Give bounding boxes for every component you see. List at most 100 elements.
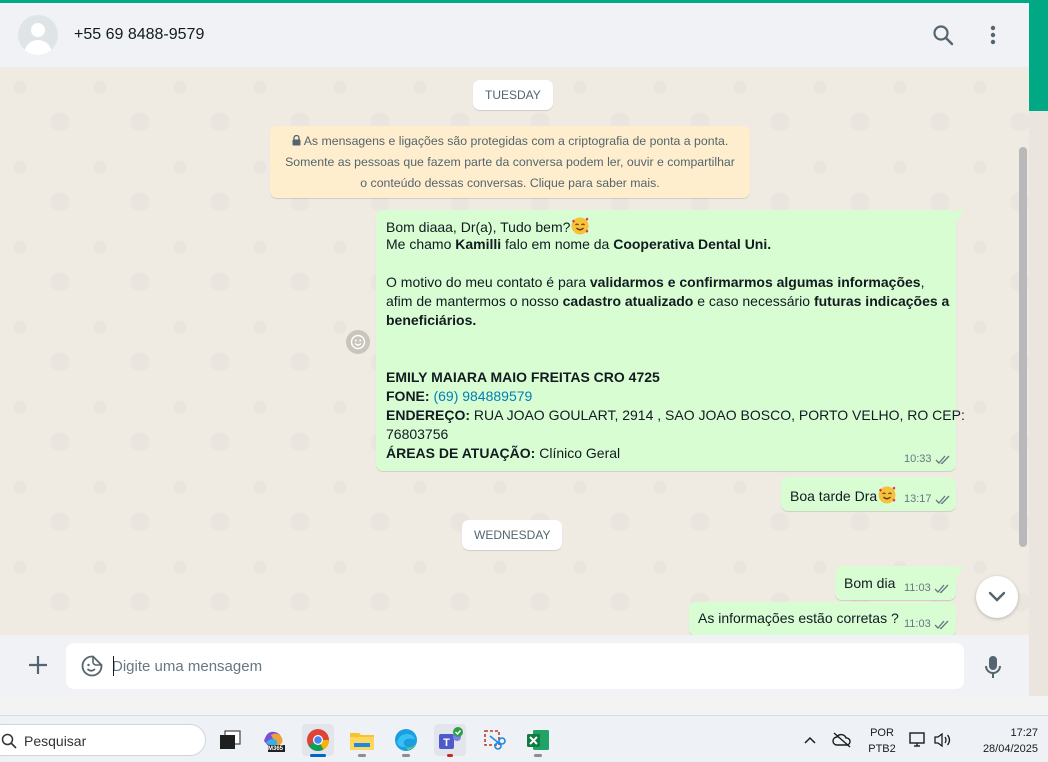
contact-avatar[interactable] — [18, 15, 58, 55]
chrome-icon — [307, 729, 329, 751]
message-list[interactable]: TUESDAY As mensagens e ligações são prot… — [0, 67, 1029, 635]
message-line: Bom diaaa, Dr(a), Tudo bem? — [386, 216, 590, 237]
message-text: , — [920, 274, 925, 290]
message-time: 11:03 — [904, 582, 931, 594]
outgoing-message[interactable]: Bom diaaa, Dr(a), Tudo bem? Me chamo Kam… — [376, 210, 965, 471]
window-background — [1029, 3, 1048, 111]
snipping-tool-icon — [484, 730, 506, 750]
taskbar-search-box[interactable]: Pesquisar — [0, 724, 206, 756]
plus-icon — [29, 656, 47, 674]
edge-icon — [395, 729, 417, 751]
message-meta: 11:03 — [904, 618, 950, 630]
lock-icon — [292, 134, 301, 146]
mic-icon — [985, 656, 1001, 678]
sender-name: Kamilli — [455, 236, 502, 252]
reaction-emoji-button[interactable] — [346, 330, 370, 354]
taskbar-edge-app[interactable] — [390, 724, 422, 757]
text-caret — [113, 656, 114, 676]
message-text: Boa tarde Dra — [790, 488, 878, 504]
taskbar-m365-app[interactable]: M365 — [258, 724, 290, 756]
message-meta: 13:17 — [904, 493, 951, 505]
outgoing-message[interactable]: Boa tarde Dra 13:17 — [781, 477, 956, 511]
clock-date: 28/04/2025 — [982, 743, 1038, 755]
taskbar-file-explorer-app[interactable] — [346, 724, 378, 757]
network-tray-button[interactable] — [904, 724, 932, 756]
excel-icon — [527, 730, 549, 750]
search-icon[interactable] — [929, 21, 957, 49]
attach-button[interactable] — [24, 651, 52, 679]
message-time: 10:33 — [904, 453, 932, 465]
message-bold-text: futuras indicações a — [813, 293, 950, 309]
chat-scrollbar[interactable] — [1019, 147, 1027, 547]
encryption-notice[interactable]: As mensagens e ligações são protegidas c… — [270, 126, 750, 198]
taskbar-snipping-tool-app[interactable] — [478, 724, 510, 756]
running-indicator — [358, 754, 366, 757]
search-icon — [1, 733, 17, 749]
m365-label: M365 — [268, 746, 284, 752]
chat-header[interactable]: +55 69 8488-9579 — [0, 3, 1029, 67]
phone-link[interactable]: (69) 984889579 — [433, 388, 532, 404]
window-background-lower — [1029, 111, 1048, 715]
message-line: 76803756 — [386, 425, 448, 444]
message-time: 13:17 — [904, 493, 932, 505]
message-text: O motivo do meu contato é para — [386, 274, 590, 290]
task-view-icon — [220, 730, 241, 749]
message-bold-text: cadastro atualizado — [562, 293, 694, 309]
message-input[interactable] — [112, 643, 952, 689]
task-view-button[interactable] — [214, 724, 246, 756]
message-text: afim de mantermos o nosso — [386, 293, 563, 309]
scroll-to-bottom-button[interactable] — [976, 576, 1018, 618]
double-check-icon — [935, 495, 950, 504]
message-input-box[interactable] — [66, 643, 964, 689]
message-text: As informações estão corretas ? — [698, 610, 899, 626]
desktop-background — [0, 696, 1048, 715]
show-hidden-icons-button[interactable] — [796, 724, 824, 756]
message-text: falo em nome da — [501, 236, 614, 252]
svg-text:T: T — [443, 737, 450, 749]
outgoing-message[interactable]: As informações estão corretas ? 11:03 — [689, 602, 956, 635]
address-value: 76803756 — [386, 426, 449, 442]
voice-message-button[interactable] — [980, 653, 1006, 681]
taskbar-chrome-app[interactable] — [302, 724, 334, 757]
running-indicator — [534, 754, 542, 757]
doctor-name: EMILY MAIARA MAIO FREITAS CRO 4725 — [386, 369, 660, 385]
message-text: e caso necessário — [693, 293, 814, 309]
clock[interactable]: 17:27 28/04/2025 — [960, 725, 1038, 757]
message-text: Bom diaaa, Dr(a), Tudo bem? — [386, 219, 571, 235]
chevron-down-icon — [988, 591, 1006, 602]
speaker-icon — [934, 732, 951, 748]
language-code: POR — [870, 727, 894, 739]
outgoing-message[interactable]: Bom dia 11:03 — [835, 566, 964, 600]
message-line: beneficiários. — [386, 311, 476, 330]
language-indicator[interactable]: POR PTB2 — [864, 725, 900, 757]
areas-label: ÁREAS DE ATUAÇÃO: — [386, 445, 536, 461]
message-line: ÁREAS DE ATUAÇÃO: Clínico Geral — [386, 444, 620, 463]
smiling-face-with-hearts-emoji — [878, 486, 896, 504]
encryption-text-2: Somente as pessoas que fazem parte da co… — [285, 155, 735, 169]
keyboard-layout: PTB2 — [868, 743, 896, 755]
double-check-icon — [934, 584, 949, 593]
date-divider: WEDNESDAY — [462, 520, 563, 550]
whatsapp-chat-window: +55 69 8488-9579 TUESDAY As mensagens e … — [0, 3, 1029, 696]
address-label: ENDEREÇO: — [386, 407, 471, 423]
message-meta: 10:33 — [904, 453, 951, 465]
message-line: FONE: (69) 984889579 — [386, 387, 532, 406]
contact-name[interactable]: +55 69 8488-9579 — [74, 26, 204, 44]
sticker-icon[interactable] — [80, 654, 104, 678]
network-icon — [909, 732, 925, 747]
taskbar-excel-app[interactable] — [522, 724, 554, 757]
running-indicator — [310, 754, 326, 757]
taskbar-teams-app[interactable]: T — [434, 724, 466, 757]
message-meta: 11:03 — [904, 582, 950, 594]
folder-icon — [350, 733, 374, 750]
menu-icon[interactable] — [979, 21, 1007, 49]
onedrive-tray-button[interactable] — [828, 724, 856, 756]
date-divider: TUESDAY — [473, 80, 553, 110]
message-line: O motivo do meu contato é para validarmo… — [386, 273, 924, 292]
encryption-notice-line: As mensagens e ligações são protegidas c… — [270, 131, 750, 152]
areas-value: Clínico Geral — [539, 445, 621, 461]
volume-tray-button[interactable] — [930, 724, 956, 756]
message-line: ENDEREÇO: RUA JOAO GOULART, 2914 , SAO J… — [386, 406, 965, 425]
message-bold-text: validarmos e confirmarmos algumas inform… — [589, 274, 921, 290]
chevron-up-icon — [804, 736, 816, 744]
